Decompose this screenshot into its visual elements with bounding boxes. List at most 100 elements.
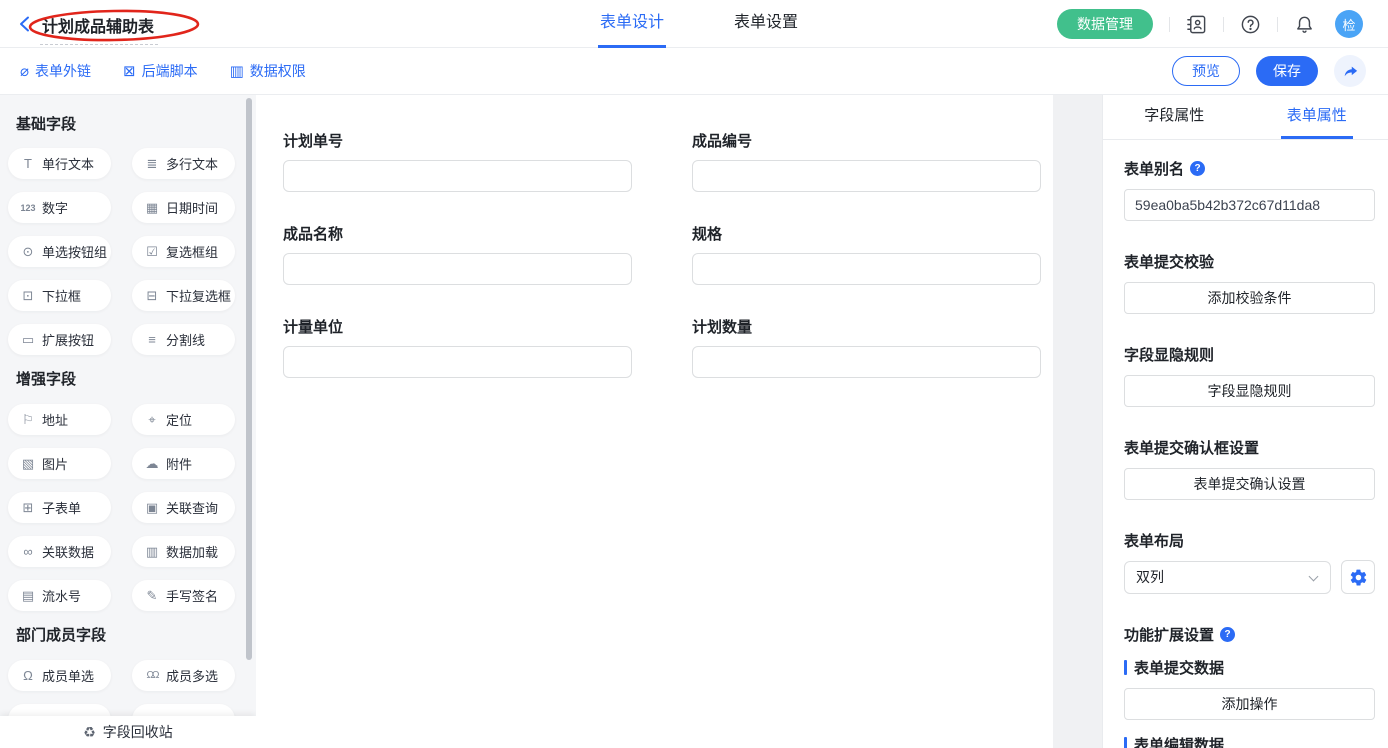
submit-validation-label: 表单提交校验 [1124,251,1375,272]
page-title[interactable]: 计划成品辅助表 [40,13,158,45]
help-icon[interactable] [1240,14,1261,35]
palette-item-multi-line-text[interactable]: ≣多行文本 [132,148,235,179]
field-input-plan-no[interactable] [283,160,632,192]
palette-label: 子表单 [42,498,81,517]
palette-label: 单行文本 [42,154,94,173]
number-icon: 123 [20,203,36,213]
submit-data-header: 表单提交数据 [1124,657,1375,678]
divider [1277,17,1278,32]
palette-item-linked-query[interactable]: ▣关联查询 [132,492,235,523]
section-title-enhanced-fields: 增强字段 [16,368,256,389]
palette-item-data-load[interactable]: ▥数据加载 [132,536,235,567]
submit-confirm-button[interactable]: 表单提交确认设置 [1124,468,1375,500]
save-button[interactable]: 保存 [1256,56,1318,86]
field-input-plan-qty[interactable] [692,346,1041,378]
tab-form-design[interactable]: 表单设计 [598,0,666,48]
canvas-field-unit[interactable]: 计量单位 [283,316,632,378]
divider [1223,17,1224,32]
divider-line-icon: ≡ [144,332,160,347]
tab-form-settings[interactable]: 表单设置 [732,0,800,48]
chain-link-icon: ∞ [20,544,36,559]
palette-item-datetime[interactable]: ▦日期时间 [132,192,235,223]
add-validation-button[interactable]: 添加校验条件 [1124,282,1375,314]
palette-item-checkbox-group[interactable]: ☑复选框组 [132,236,235,267]
palette-label: 分割线 [166,330,205,349]
palette-item-member-single[interactable]: Ω成员单选 [8,660,111,691]
panel-tabs: 字段属性 表单属性 [1103,95,1388,140]
bell-icon[interactable] [1294,14,1315,35]
tab-form-properties[interactable]: 表单属性 [1246,95,1388,139]
palette-item-signature[interactable]: ✎手写签名 [132,580,235,611]
palette-item-serial-number[interactable]: ▤流水号 [8,580,111,611]
palette-item-multi-select[interactable]: ⊟下拉复选框 [132,280,235,311]
layout-select[interactable]: 双列 [1124,561,1331,594]
palette-label: 地址 [42,410,68,429]
tab-form-properties-label: 表单属性 [1281,95,1353,139]
divider [1169,17,1170,32]
sidebar-scrollbar[interactable] [246,98,252,660]
share-button[interactable] [1334,55,1366,87]
field-label: 规格 [692,223,1041,244]
field-input-product-code[interactable] [692,160,1041,192]
field-input-unit[interactable] [283,346,632,378]
canvas-field-product-code[interactable]: 成品编号 [692,130,1041,192]
palette-item-address[interactable]: ⚐地址 [8,404,111,435]
palette-item-divider-line[interactable]: ≡ 分割线 [132,324,235,355]
link-icon: ⌀ [20,64,29,79]
layout-settings-button[interactable] [1341,560,1375,594]
tab-field-properties[interactable]: 字段属性 [1103,95,1246,139]
subform-icon: ⊞ [20,500,36,516]
palette-item-single-line-text[interactable]: T单行文本 [8,148,111,179]
avatar[interactable]: 检 [1335,10,1363,38]
data-manage-button[interactable]: 数据管理 [1057,9,1153,39]
palette-item-select[interactable]: ⊡下拉框 [8,280,111,311]
backend-script-link[interactable]: ⊠ 后端脚本 [123,61,198,81]
field-visibility-label: 字段显隐规则 [1124,344,1375,365]
extension-help-icon[interactable]: ? [1220,627,1235,642]
palette-label: 数据加载 [166,542,218,561]
field-recycle-bin[interactable]: ♻ 字段回收站 [0,716,256,748]
canvas-field-plan-qty[interactable]: 计划数量 [692,316,1041,378]
palette-item-extend-button[interactable]: ▭扩展按钮 [8,324,111,355]
palette-item-subform[interactable]: ⊞ 子表单 [8,492,111,523]
field-visibility-button[interactable]: 字段显隐规则 [1124,375,1375,407]
palette-label: 下拉复选框 [166,286,231,305]
data-permission-link[interactable]: ▥ 数据权限 [230,61,306,81]
image-icon: ▧ [20,456,36,472]
tab-field-properties-label: 字段属性 [1138,95,1210,139]
palette-item-number[interactable]: 123数字 [8,192,111,223]
palette-item-attachment[interactable]: ☁附件 [132,448,235,479]
toolbar-links: ⌀ 表单外链 ⊠ 后端脚本 ▥ 数据权限 [20,48,306,94]
submit-data-add-action-button[interactable]: 添加操作 [1124,688,1375,720]
palette-item-linked-data[interactable]: ∞关联数据 [8,536,111,567]
chevron-down-icon [1309,571,1319,581]
radio-icon: ⊙ [20,244,36,260]
palette-label: 关联查询 [166,498,218,517]
canvas-field-grid: 计划单号 成品编号 成品名称 规格 计量单位 [283,130,1053,409]
back-icon[interactable] [16,15,34,33]
field-input-product-name[interactable] [283,253,632,285]
section-title-basic-fields: 基础字段 [16,113,256,134]
workspace: 基础字段 T单行文本 ≣多行文本 123数字 ▦日期时间 ⊙单选按钮组 ☑复选框… [0,95,1388,748]
form-external-link[interactable]: ⌀ 表单外链 [20,61,91,81]
preview-button[interactable]: 预览 [1172,56,1240,86]
canvas-field-spec[interactable]: 规格 [692,223,1041,285]
backend-script-label: 后端脚本 [142,61,198,81]
canvas-field-product-name[interactable]: 成品名称 [283,223,632,285]
recycle-icon: ♻ [83,724,96,741]
contacts-icon[interactable] [1186,14,1207,35]
palette-item-image[interactable]: ▧图片 [8,448,111,479]
palette-item-radio-group[interactable]: ⊙单选按钮组 [8,236,111,267]
field-input-spec[interactable] [692,253,1041,285]
palette-label: 下拉框 [42,286,81,305]
palette-item-member-multi[interactable]: ΩΩ成员多选 [132,660,235,691]
share-arrow-icon [1342,63,1359,80]
data-permission-label: 数据权限 [250,61,306,81]
extension-settings-label-row: 功能扩展设置 ? [1124,624,1375,645]
alias-help-icon[interactable]: ? [1190,161,1205,176]
header: 计划成品辅助表 表单设计 表单设置 数据管理 检 [0,0,1388,48]
crosshair-icon: ⌖ [144,412,160,428]
palette-item-location[interactable]: ⌖定位 [132,404,235,435]
canvas-field-plan-no[interactable]: 计划单号 [283,130,632,192]
form-alias-input[interactable] [1124,189,1375,221]
